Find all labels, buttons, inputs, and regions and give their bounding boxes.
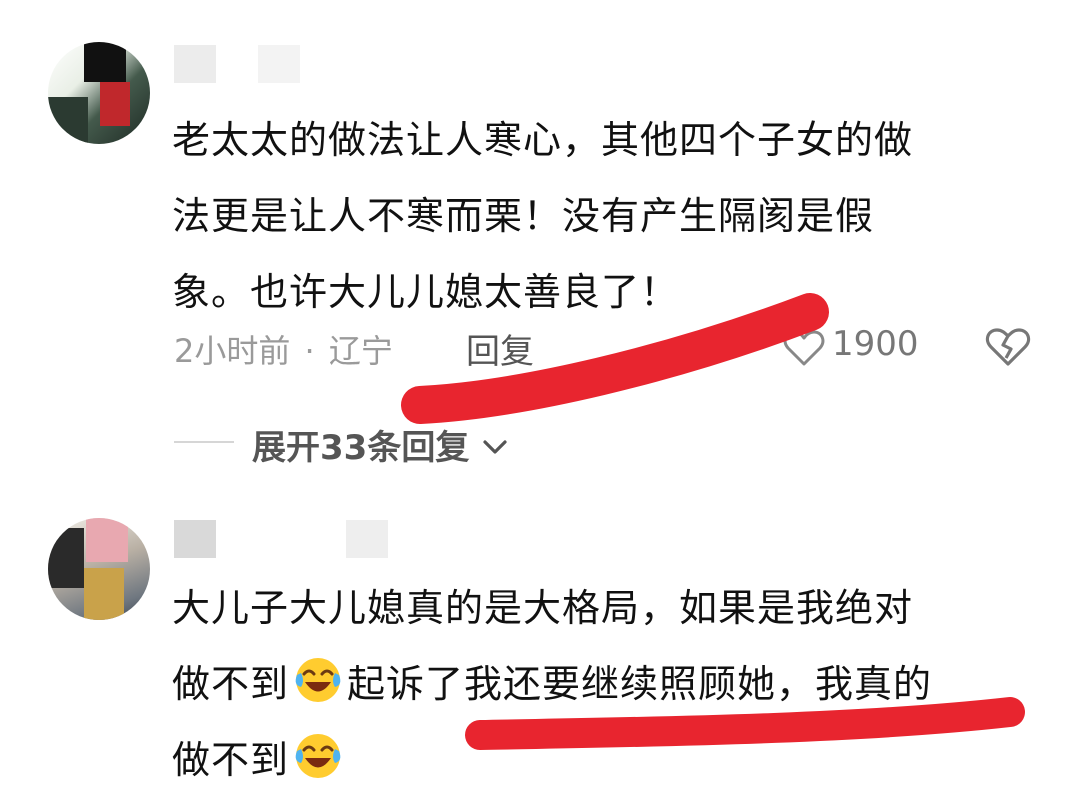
username-badge <box>258 45 300 83</box>
laughing-crying-emoji-icon <box>295 658 341 702</box>
chevron-down-icon <box>483 440 507 454</box>
expand-replies-button[interactable]: 展开33条回复 <box>252 420 509 469</box>
username[interactable] <box>174 45 216 83</box>
timestamp: 2小时前 <box>174 332 291 370</box>
avatar[interactable] <box>48 42 150 144</box>
laughing-crying-emoji-icon <box>295 734 341 778</box>
avatar[interactable] <box>48 518 150 620</box>
divider <box>174 441 234 443</box>
comment-meta: 2小时前 · 辽宁 <box>174 326 393 372</box>
comment-text: 大儿子大儿媳真的是大格局，如果是我绝对 做不到 起诉了我还要继续照顾她，我真的 … <box>172 586 933 782</box>
heart-icon <box>783 330 825 366</box>
location: 辽宁 <box>328 332 393 370</box>
separator: · <box>304 332 315 370</box>
dislike-broken-heart-icon[interactable] <box>984 324 1032 370</box>
reply-button[interactable]: 回复 <box>466 324 534 373</box>
like-count: 1900 <box>832 324 919 364</box>
username-badge <box>346 520 388 558</box>
username[interactable] <box>174 520 216 558</box>
comment-text: 老太太的做法让人寒心，其他四个子女的做 法更是让人不寒而栗！没有产生隔阂是假 象… <box>172 118 914 314</box>
